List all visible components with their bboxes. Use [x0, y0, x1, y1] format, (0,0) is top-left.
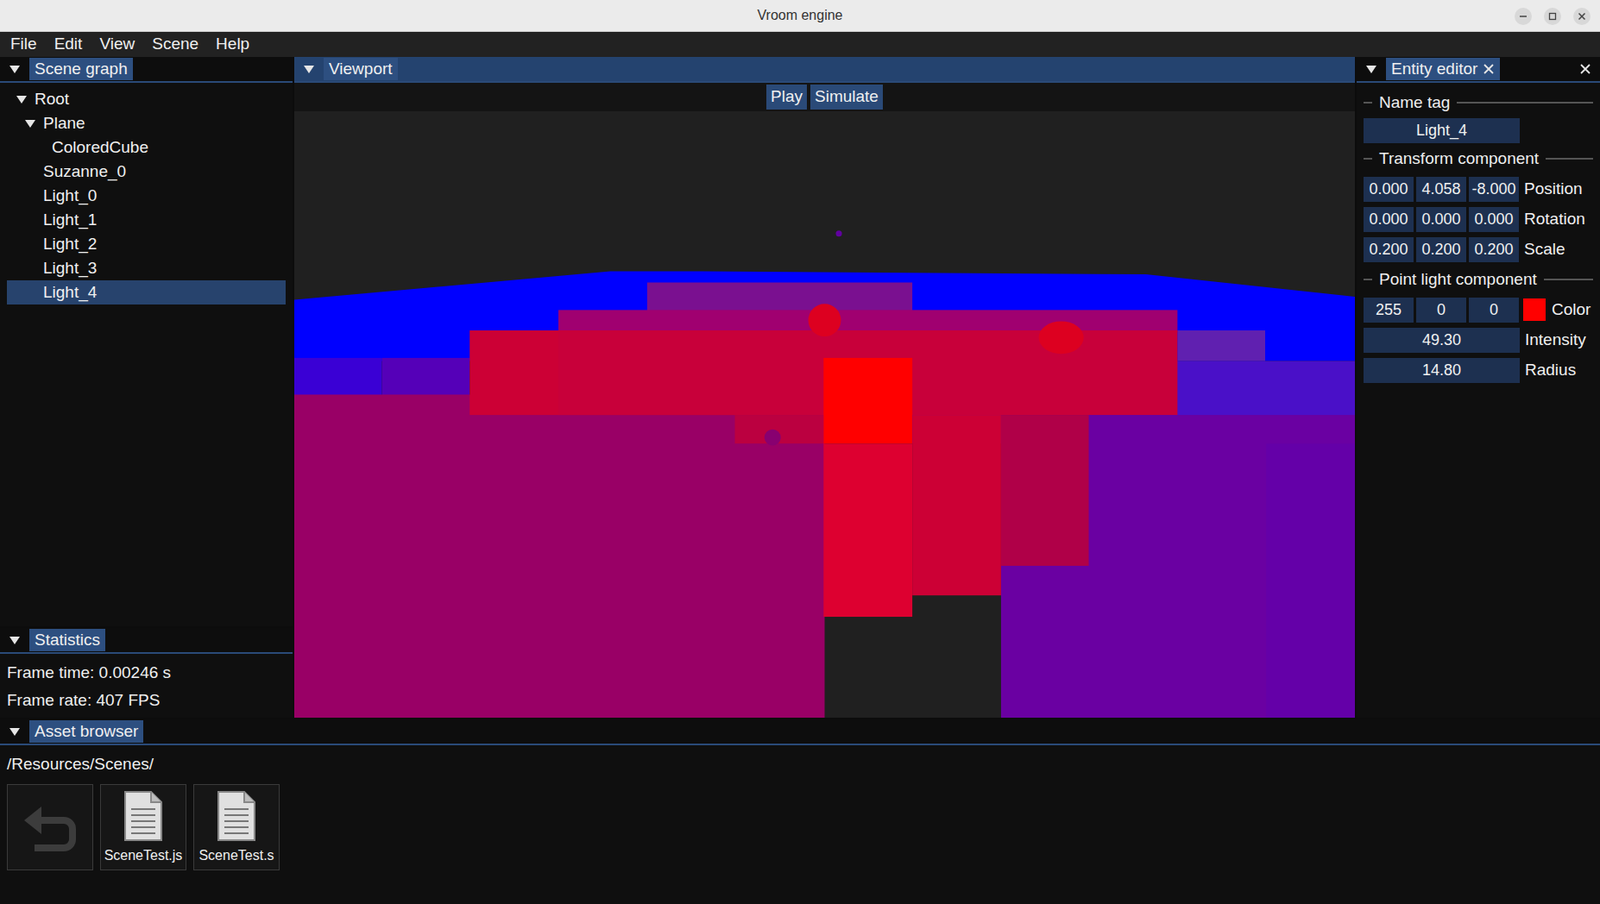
restore-icon[interactable] — [1543, 6, 1563, 26]
menu-item[interactable]: File — [1, 31, 46, 57]
menu-bar: FileEditViewSceneHelp — [0, 31, 1600, 57]
close-icon[interactable] — [1572, 6, 1592, 26]
number-field[interactable]: 0.200 — [1468, 237, 1519, 263]
panel-tab[interactable]: Statistics — [29, 629, 106, 652]
statistics-panel: Statistics Frame time: 0.00246 sFrame rat… — [0, 628, 293, 719]
number-field[interactable]: 0 — [1416, 297, 1467, 323]
asset-browser-header: Asset browser — [0, 719, 1600, 746]
viewport-header: Viewport — [294, 56, 1355, 83]
tree-item[interactable]: Light_4 — [6, 280, 286, 305]
panel-tab[interactable]: Asset browser — [29, 720, 144, 744]
number-field[interactable]: 0.000 — [1416, 207, 1467, 233]
transform-row: 0.0000.0000.000Rotation — [1356, 204, 1600, 234]
section-header: Name tag — [1356, 88, 1600, 118]
statistic-line: Frame time: 0.00246 s — [6, 661, 286, 687]
file-tile[interactable]: SceneTest.js — [100, 784, 187, 871]
number-field[interactable]: 255 — [1363, 297, 1414, 323]
document-icon — [216, 790, 257, 843]
light-field-row: 49.30Intensity — [1356, 325, 1600, 355]
app-window: Vroom engineFileEditViewSceneHelpScene g… — [0, 0, 1600, 904]
collapse-icon[interactable] — [1365, 62, 1378, 76]
collapse-icon[interactable] — [8, 634, 21, 647]
back-arrow-icon — [22, 803, 78, 852]
collapse-icon[interactable] — [302, 62, 315, 76]
expand-arrow-icon[interactable] — [15, 93, 28, 106]
expand-arrow-icon[interactable] — [24, 117, 37, 130]
entity-editor-panel: Entity editor Name tagLight_4Transform co… — [1356, 56, 1600, 719]
back-button[interactable] — [6, 784, 94, 871]
section-header: Point light component — [1356, 264, 1600, 295]
section-header: Transform component — [1356, 144, 1600, 174]
number-field[interactable]: -8.000 — [1468, 176, 1519, 202]
number-field[interactable]: 0.000 — [1468, 207, 1519, 233]
number-field[interactable]: 0 — [1468, 297, 1519, 323]
viewport-toolbar: PlaySimulate — [294, 82, 1355, 112]
panel-tab[interactable]: Viewport — [323, 57, 398, 81]
entity-editor-header: Entity editor — [1356, 56, 1600, 83]
number-field[interactable]: 14.80 — [1363, 358, 1520, 384]
panel-tab[interactable]: Entity editor — [1385, 57, 1500, 81]
panel-tab[interactable]: Scene graph — [29, 57, 133, 81]
tree-item[interactable]: Suzanne_0 — [6, 159, 286, 184]
tree-item[interactable]: Plane — [6, 111, 286, 136]
file-tile[interactable]: SceneTest.s — [193, 784, 280, 871]
tree-item[interactable]: Light_3 — [6, 256, 286, 281]
number-field[interactable]: 0.000 — [1363, 207, 1414, 233]
asset-browser-panel: Asset browser/Resources/Scenes/SceneTest… — [0, 719, 1600, 904]
scene-graph-header: Scene graph — [0, 56, 293, 83]
menu-item[interactable]: Scene — [143, 31, 208, 57]
number-field[interactable]: Light_4 — [1363, 118, 1520, 144]
viewport-panel: ViewportPlaySimulate — [294, 56, 1355, 719]
tree-item[interactable]: Root — [6, 87, 286, 112]
menu-item[interactable]: View — [90, 31, 144, 57]
scene-graph-panel: Scene graph RootPlaneColoredCubeSuzanne_0… — [0, 56, 293, 627]
toolbar-button[interactable]: Simulate — [810, 84, 883, 110]
collapse-icon[interactable] — [8, 725, 21, 738]
tree-item[interactable]: Light_1 — [6, 207, 286, 233]
asset-path: /Resources/Scenes/ — [0, 745, 1600, 778]
document-icon — [123, 790, 164, 843]
color-row: 25500Color — [1356, 295, 1600, 325]
statistic-line: Frame rate: 407 FPS — [6, 688, 286, 714]
minimize-icon[interactable] — [1513, 6, 1533, 26]
transform-row: 0.0004.058-8.000Position — [1356, 174, 1600, 204]
tree-item[interactable]: ColoredCube — [6, 135, 286, 160]
menu-item[interactable]: Edit — [45, 31, 92, 57]
scene-render[interactable] — [294, 111, 1355, 719]
number-field[interactable]: 0.200 — [1363, 237, 1414, 263]
tree-item[interactable]: Light_2 — [6, 232, 286, 257]
color-swatch[interactable] — [1523, 298, 1546, 322]
number-field[interactable]: 0.200 — [1416, 237, 1467, 263]
number-field[interactable]: 49.30 — [1363, 327, 1520, 353]
toolbar-button[interactable]: Play — [766, 84, 807, 110]
transform-row: 0.2000.2000.200Scale — [1356, 234, 1600, 265]
number-field[interactable]: 4.058 — [1416, 176, 1467, 202]
statistics-header: Statistics — [0, 628, 293, 655]
menu-item[interactable]: Help — [207, 31, 259, 57]
light-field-row: 14.80Radius — [1356, 355, 1600, 385]
tree-item[interactable]: Light_0 — [6, 183, 286, 208]
close-tab-icon[interactable] — [1482, 62, 1495, 76]
collapse-icon[interactable] — [8, 62, 21, 76]
close-panel-icon[interactable] — [1579, 62, 1592, 76]
title-bar: Vroom engine — [0, 0, 1600, 32]
number-field[interactable]: 0.000 — [1363, 176, 1414, 202]
